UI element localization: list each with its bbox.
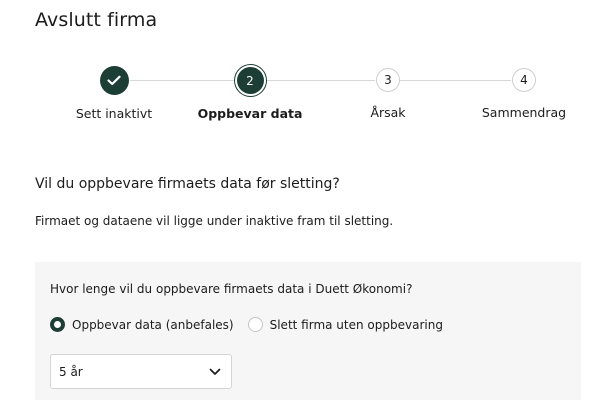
retention-info: Firmaet og dataene vil ligge under inakt… <box>35 214 394 228</box>
radio-unselected-icon[interactable] <box>247 317 263 332</box>
check-icon <box>107 75 121 86</box>
step-circle-todo: 4 <box>512 68 536 92</box>
radio-selected-icon[interactable] <box>50 317 65 332</box>
retention-period-select[interactable]: 5 år <box>50 354 232 389</box>
radio-keep-data[interactable]: Oppbevar data (anbefales) <box>50 317 234 332</box>
step-label: Årsak <box>370 105 406 120</box>
page-title: Avslutt firma <box>35 9 158 31</box>
retention-radio-group: Oppbevar data (anbefales) Slett firma ut… <box>50 317 457 332</box>
step-1: Sett inaktivt <box>44 66 184 121</box>
step-circle-current: 2 <box>236 67 264 94</box>
step-circle-done <box>99 66 129 95</box>
step-3: 3 Årsak <box>318 66 458 120</box>
step-label: Sett inaktivt <box>75 106 153 121</box>
chevron-down-icon[interactable] <box>209 368 221 376</box>
step-circle-todo: 3 <box>376 68 400 92</box>
retention-question: Vil du oppbevare firmaets data før slett… <box>35 176 340 192</box>
radio-label[interactable]: Oppbevar data (anbefales) <box>72 318 234 332</box>
progress-stepper: Sett inaktivt 2 Oppbevar data 3 Årsak 4 … <box>0 66 600 126</box>
step-label: Sammendrag <box>481 105 567 120</box>
select-value[interactable]: 5 år <box>59 365 83 379</box>
panel-question: Hvor lenge vil du oppbevare firmaets dat… <box>50 282 413 296</box>
step-2: 2 Oppbevar data <box>180 66 320 121</box>
retention-panel: Hvor lenge vil du oppbevare firmaets dat… <box>35 262 581 400</box>
step-label: Oppbevar data <box>197 106 303 121</box>
radio-delete-now[interactable]: Slett firma uten oppbevaring <box>247 317 443 332</box>
radio-label[interactable]: Slett firma uten oppbevaring <box>270 318 443 332</box>
step-4: 4 Sammendrag <box>454 66 594 120</box>
